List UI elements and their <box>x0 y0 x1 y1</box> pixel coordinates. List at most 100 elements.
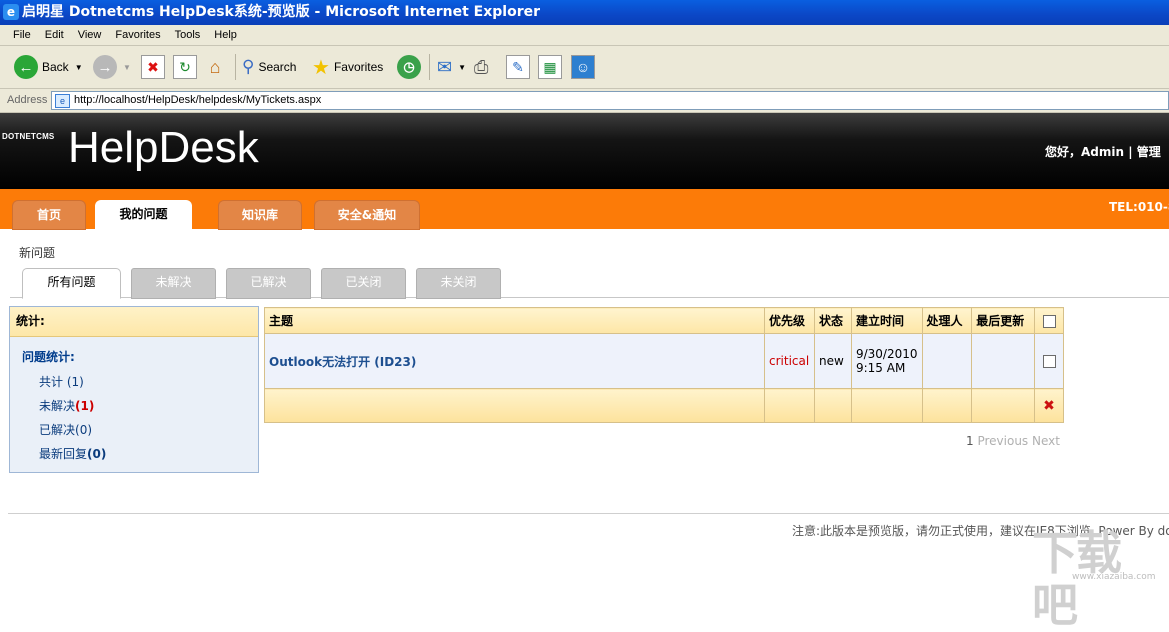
address-input[interactable]: e http://localhost/HelpDesk/helpdesk/MyT… <box>51 91 1169 110</box>
subtab-closed[interactable]: 已关闭 <box>321 268 406 299</box>
menu-view[interactable]: View <box>71 25 109 45</box>
mail-icon: ✉ <box>437 56 453 77</box>
stats-total[interactable]: 共计 (1) <box>39 373 84 390</box>
stats-unresolved-count: (1) <box>75 399 95 413</box>
brand-logo: HelpDesk <box>68 123 259 172</box>
user-greeting[interactable]: 您好，Admin | 管理 <box>1045 143 1161 160</box>
pager-next[interactable]: Next <box>1032 434 1060 448</box>
subtab-open[interactable]: 未关闭 <box>416 268 501 299</box>
cell-updated <box>971 333 1035 389</box>
pager-previous[interactable]: Previous <box>977 434 1028 448</box>
home-icon: ⌂ <box>209 56 221 77</box>
edit-button[interactable]: ✎ <box>506 53 530 81</box>
table-row: Outlook无法打开 (ID23) critical new 9/30/201… <box>263 333 1064 389</box>
subtab-all[interactable]: 所有问题 <box>22 268 121 299</box>
browser-toolbar: ← Back ▼ → ▼ ✖ ↻ ⌂ ⚲ Search ★ Favorites … <box>0 46 1169 89</box>
address-label: Address <box>7 94 48 106</box>
refresh-icon: ↻ <box>173 55 197 79</box>
subtab-resolved[interactable]: 已解决 <box>226 268 311 299</box>
site-watermark: 下载吧 www.xiazaiba.com <box>1032 527 1160 631</box>
col-subject[interactable]: 主题 <box>263 307 766 334</box>
menu-tools[interactable]: Tools <box>168 25 208 45</box>
print-icon: ⎙ <box>474 56 489 77</box>
refresh-button[interactable]: ↻ <box>173 53 197 81</box>
col-created[interactable]: 建立时间 <box>850 307 923 334</box>
menu-file[interactable]: File <box>6 25 38 45</box>
ticket-priority: critical <box>769 354 810 368</box>
delete-icon[interactable]: ✖ <box>1043 398 1055 414</box>
messenger-icon: ☺ <box>571 55 595 79</box>
ticket-subject-link[interactable]: Outlook无法打开 (ID23) <box>269 355 416 369</box>
col-select-all <box>1034 307 1064 334</box>
stats-total-count: (1) <box>66 375 84 389</box>
search-icon: ⚲ <box>242 57 255 76</box>
nav-tab-my-questions[interactable]: 我的问题 <box>95 200 192 229</box>
favorites-star-icon: ★ <box>312 56 330 79</box>
nav-tab-knowledge[interactable]: 知识库 <box>218 200 302 230</box>
ie-app-icon: e <box>3 4 19 20</box>
cell-status: new <box>814 333 852 389</box>
address-url[interactable]: http://localhost/HelpDesk/helpdesk/MyTic… <box>74 94 321 106</box>
edit-icon: ✎ <box>506 55 530 79</box>
mail-dropdown-icon[interactable]: ▼ <box>458 63 466 72</box>
pager-current: 1 <box>966 434 974 448</box>
select-all-checkbox[interactable] <box>1042 314 1056 328</box>
stats-latest-reply[interactable]: 最新回复(0) <box>39 445 106 462</box>
watermark-url: www.xiazaiba.com <box>1072 572 1156 582</box>
main-nav: 首页 我的问题 知识库 安全&通知 TEL:010-88 <box>0 189 1169 230</box>
cell-select <box>1034 333 1064 389</box>
page-icon: e <box>55 94 70 108</box>
history-icon: ◷ <box>397 55 421 79</box>
stats-resolved-count: (0) <box>75 423 93 437</box>
back-dropdown-icon[interactable]: ▼ <box>75 63 83 72</box>
footer-divider <box>8 513 1169 514</box>
row-checkbox[interactable] <box>1042 355 1056 368</box>
stats-title: 问题统计: <box>22 350 75 364</box>
col-updated[interactable]: 最后更新 <box>971 307 1035 334</box>
discuss-button[interactable]: ▦ <box>538 53 562 81</box>
site-header: DOTNETCMS HelpDesk 您好，Admin | 管理 <box>0 113 1169 189</box>
history-button[interactable]: ◷ <box>397 53 421 81</box>
stats-resolved[interactable]: 已解决(0) <box>39 421 92 438</box>
back-button[interactable]: ← Back ▼ <box>14 53 83 81</box>
stats-unresolved[interactable]: 未解决(1) <box>39 397 94 414</box>
favorites-button[interactable]: ★ Favorites <box>312 53 383 81</box>
menu-help[interactable]: Help <box>207 25 244 45</box>
table-footer-row: ✖ <box>263 388 1064 423</box>
stats-panel: 统计: 问题统计: 共计 (1) 未解决(1) 已解决(0) 最新回复(0) <box>9 306 259 473</box>
mail-button[interactable]: ✉ ▼ <box>437 53 466 81</box>
col-priority[interactable]: 优先级 <box>764 307 815 334</box>
forward-dropdown-icon[interactable]: ▼ <box>123 63 131 72</box>
nav-tab-security[interactable]: 安全&通知 <box>314 200 420 230</box>
print-button[interactable]: ⎙ <box>474 53 488 81</box>
address-bar: Address e http://localhost/HelpDesk/help… <box>0 89 1169 113</box>
subtab-unresolved[interactable]: 未解决 <box>131 268 216 299</box>
menu-edit[interactable]: Edit <box>38 25 71 45</box>
forward-arrow-icon: → <box>93 55 117 79</box>
table-header-row: 主题 优先级 状态 建立时间 处理人 最后更新 <box>263 307 1064 334</box>
window-title: 启明星 Dotnetcms HelpDesk系统-预览版 - Microsoft… <box>22 4 541 20</box>
col-status[interactable]: 状态 <box>814 307 852 334</box>
small-brand: DOTNETCMS <box>2 132 55 141</box>
pager: 1 Previous Next <box>966 434 1060 448</box>
home-button[interactable]: ⌂ <box>204 53 226 81</box>
menu-bar: File Edit View Favorites Tools Help <box>0 25 1169 46</box>
stop-icon: ✖ <box>141 55 165 79</box>
cell-subject: Outlook无法打开 (ID23) <box>263 333 766 389</box>
new-question-link[interactable]: 新问题 <box>19 244 55 261</box>
cell-handler <box>921 333 973 389</box>
tel-number: TEL:010-88 <box>1109 200 1169 214</box>
forward-button[interactable]: → ▼ <box>93 53 131 81</box>
stats-latest-reply-count: (0) <box>87 447 107 461</box>
menu-favorites[interactable]: Favorites <box>108 25 167 45</box>
col-handler[interactable]: 处理人 <box>921 307 973 334</box>
back-arrow-icon: ← <box>14 55 38 79</box>
messenger-button[interactable]: ☺ <box>571 53 595 81</box>
window-title-bar: e 启明星 Dotnetcms HelpDesk系统-预览版 - Microso… <box>0 0 1169 25</box>
tickets-table: 主题 优先级 状态 建立时间 处理人 最后更新 Outlook无法打开 (ID2… <box>263 307 1064 423</box>
stop-button[interactable]: ✖ <box>141 53 165 81</box>
stats-header: 统计: <box>10 307 258 337</box>
search-button[interactable]: ⚲ Search <box>242 53 296 81</box>
cell-created: 9/30/2010 9:15 AM <box>850 333 923 389</box>
nav-tab-home[interactable]: 首页 <box>12 200 86 230</box>
